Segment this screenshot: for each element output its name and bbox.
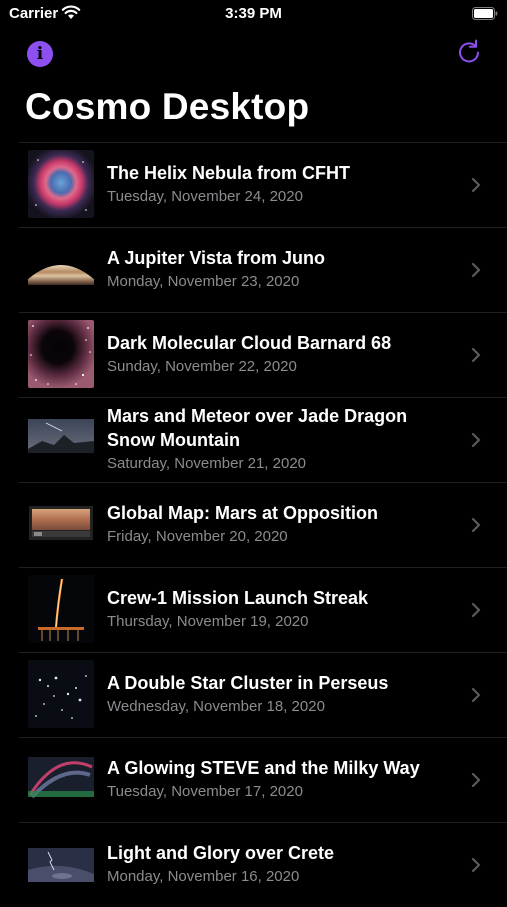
item-date: Monday, November 23, 2020: [107, 273, 300, 290]
clock: 3:39 PM: [225, 5, 282, 22]
chevron-right-icon: [471, 517, 481, 532]
thumbnail-steve-milky-way: [28, 745, 94, 813]
thumbnail-double-cluster: [28, 660, 94, 728]
apod-list: The Helix Nebula from CFHT Tuesday, Nove…: [0, 142, 507, 907]
item-title: Dark Molecular Cloud Barnard 68: [107, 333, 392, 353]
list-item[interactable]: Light and Glory over Crete Monday, Novem…: [0, 822, 507, 907]
item-title: Crew-1 Mission Launch Streak: [107, 588, 369, 608]
chevron-right-icon: [471, 262, 481, 277]
refresh-icon[interactable]: [455, 38, 483, 66]
thumbnail-helix-nebula: [28, 150, 94, 218]
item-date: Monday, November 16, 2020: [107, 868, 300, 885]
item-title: Light and Glory over Crete: [107, 843, 335, 863]
navigation-bar: i: [0, 30, 507, 90]
battery-icon: [472, 7, 498, 20]
thumbnail-crete: [28, 830, 94, 898]
item-date: Sunday, November 22, 2020: [107, 358, 297, 375]
list-item[interactable]: A Jupiter Vista from Juno Monday, Novemb…: [0, 227, 507, 312]
item-title: The Helix Nebula from CFHT: [107, 163, 351, 183]
thumbnail-jade-dragon-mountain: [28, 405, 94, 473]
list-item[interactable]: Mars and Meteor over Jade Dragon Snow Mo…: [0, 397, 507, 482]
chevron-right-icon: [471, 602, 481, 617]
page-title: Cosmo Desktop: [25, 86, 310, 127]
chevron-right-icon: [471, 857, 481, 872]
status-bar: Carrier 3:39 PM: [0, 0, 507, 30]
item-date: Saturday, November 21, 2020: [107, 455, 307, 472]
item-title: A Jupiter Vista from Juno: [107, 248, 326, 268]
thumbnail-crew1-launch: [28, 575, 94, 643]
info-button[interactable]: i: [27, 41, 53, 67]
thumbnail-barnard-68: [28, 320, 94, 388]
list-item[interactable]: Global Map: Mars at Opposition Friday, N…: [0, 482, 507, 567]
item-title: A Double Star Cluster in Perseus: [107, 673, 389, 693]
item-date: Thursday, November 19, 2020: [107, 613, 309, 630]
item-date: Tuesday, November 24, 2020: [107, 188, 303, 205]
item-date: Tuesday, November 17, 2020: [107, 783, 303, 800]
item-date: Wednesday, November 18, 2020: [107, 698, 325, 715]
chevron-right-icon: [471, 177, 481, 192]
chevron-right-icon: [471, 687, 481, 702]
list-item[interactable]: The Helix Nebula from CFHT Tuesday, Nove…: [0, 142, 507, 227]
chevron-right-icon: [471, 347, 481, 362]
item-title: A Glowing STEVE and the Milky Way: [107, 758, 420, 778]
list-item[interactable]: Crew-1 Mission Launch Streak Thursday, N…: [0, 567, 507, 652]
item-date: Friday, November 20, 2020: [107, 528, 288, 545]
chevron-right-icon: [471, 772, 481, 787]
list-item[interactable]: Dark Molecular Cloud Barnard 68 Sunday, …: [0, 312, 507, 397]
chevron-right-icon: [471, 432, 481, 447]
thumbnail-mars-map: [28, 490, 94, 558]
item-title: Global Map: Mars at Opposition: [107, 503, 379, 523]
list-item[interactable]: A Glowing STEVE and the Milky Way Tuesda…: [0, 737, 507, 822]
list-item[interactable]: A Double Star Cluster in Perseus Wednesd…: [0, 652, 507, 737]
info-icon: i: [36, 44, 44, 64]
item-title: Mars and Meteor over Jade Dragon Snow Mo…: [107, 406, 408, 450]
thumbnail-jupiter: [28, 235, 94, 303]
